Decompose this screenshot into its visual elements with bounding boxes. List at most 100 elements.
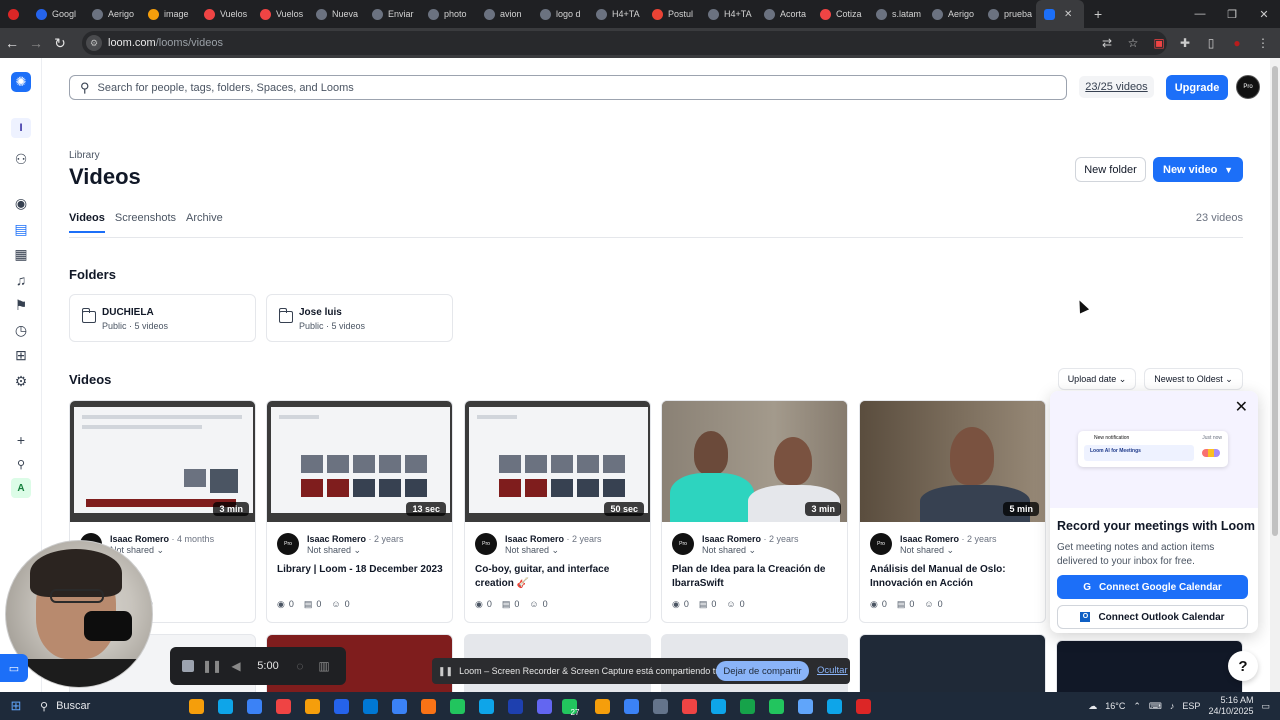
volume-icon[interactable]: ♪	[1170, 701, 1175, 711]
connect-outlook-calendar-button[interactable]: O Connect Outlook Calendar	[1057, 605, 1248, 629]
tray-chevron-icon[interactable]: ⌃	[1133, 701, 1141, 712]
reload-icon[interactable]: ↻	[48, 35, 72, 52]
video-title[interactable]: Análisis del Manual de Oslo: Innovación …	[870, 563, 1040, 591]
video-card[interactable]	[1056, 640, 1243, 694]
browser-tab[interactable]: Aerigo	[924, 0, 980, 28]
new-folder-button[interactable]: New folder	[1075, 157, 1146, 182]
back-icon[interactable]: ←	[0, 35, 24, 51]
taskbar-app-icon[interactable]	[327, 692, 356, 720]
sort-field-dropdown[interactable]: Upload date ⌄	[1058, 368, 1136, 390]
site-info-icon[interactable]: ⚙	[86, 35, 102, 51]
taskbar-app-icon[interactable]	[443, 692, 472, 720]
video-card[interactable]	[859, 634, 1046, 694]
draw-icon[interactable]: ◌	[288, 659, 312, 673]
taskbar-app-icon[interactable]	[675, 692, 704, 720]
trash-icon[interactable]: ▥	[312, 659, 336, 673]
browser-tab[interactable]: H4+TA	[700, 0, 756, 28]
history-icon[interactable]: ◷	[11, 320, 31, 340]
new-video-button[interactable]: New video ▼	[1153, 157, 1243, 182]
translate-icon[interactable]: ⇄	[1096, 36, 1118, 50]
video-title[interactable]: Library | Loom - 18 December 2023	[277, 563, 447, 577]
weather-temp[interactable]: 16°C	[1105, 701, 1125, 711]
folder-card[interactable]: DUCHIELA Public · 5 videos	[69, 294, 256, 342]
taskbar-app-icon[interactable]	[704, 692, 733, 720]
browser-tab[interactable]: H4+TA	[588, 0, 644, 28]
video-card[interactable]: 13 sec Pro Isaac Romero · 2 years Not sh…	[266, 400, 453, 623]
video-thumbnail[interactable]: 3 min	[662, 401, 847, 522]
browser-tab[interactable]	[0, 0, 28, 28]
profile-circle-icon[interactable]: ◉	[11, 193, 31, 213]
taskbar-app-icon[interactable]	[414, 692, 443, 720]
hide-link[interactable]: Ocultar	[817, 665, 848, 676]
stop-recording-icon[interactable]	[182, 660, 194, 672]
new-tab-icon[interactable]: +	[1094, 6, 1102, 22]
taskbar-app-icon[interactable]: 27	[559, 692, 588, 720]
browser-tab[interactable]: Googl	[28, 0, 84, 28]
taskbar-app-icon[interactable]	[298, 692, 327, 720]
taskbar-app-icon[interactable]	[385, 692, 414, 720]
stop-sharing-button[interactable]: Dejar de compartir	[716, 661, 809, 681]
calendar-icon[interactable]: ▦	[11, 244, 31, 264]
taskbar-app-icon[interactable]	[182, 692, 211, 720]
restart-icon[interactable]: ◀	[224, 659, 248, 673]
share-status-dropdown[interactable]: Not shared ⌄	[900, 545, 954, 556]
browser-tab[interactable]: Cotiza	[812, 0, 868, 28]
video-title[interactable]: Plan de Idea para la Creación de IbarraS…	[672, 563, 842, 591]
video-thumbnail[interactable]: 3 min	[70, 401, 255, 522]
taskbar-app-icon[interactable]	[762, 692, 791, 720]
page-scrollbar[interactable]	[1270, 58, 1280, 692]
taskbar-app-icon[interactable]	[588, 692, 617, 720]
library-icon[interactable]: ▤	[11, 219, 31, 239]
taskbar-app-icon[interactable]	[240, 692, 269, 720]
system-clock[interactable]: 5:16 AM 24/10/2025	[1208, 695, 1253, 717]
browser-tab-active[interactable]: ✕	[1036, 0, 1084, 28]
tab-screenshots[interactable]: Screenshots	[115, 212, 176, 233]
add-icon[interactable]: +	[11, 430, 31, 450]
owner-avatar[interactable]: Pro	[277, 533, 299, 555]
browser-tab[interactable]: Vuelos	[252, 0, 308, 28]
owner-avatar[interactable]: Pro	[475, 533, 497, 555]
browser-tab[interactable]: s.latam	[868, 0, 924, 28]
video-thumbnail[interactable]: 13 sec	[267, 401, 452, 522]
network-icon[interactable]: ⌨	[1149, 701, 1162, 712]
taskbar-app-icon[interactable]	[733, 692, 762, 720]
bookmark-star-icon[interactable]: ☆	[1122, 36, 1144, 50]
video-thumbnail[interactable]: 5 min	[860, 401, 1045, 522]
invite-user-icon[interactable]: ⚇	[11, 149, 31, 169]
minimize-icon[interactable]: —	[1184, 8, 1216, 20]
search-icon[interactable]: ⚲	[11, 454, 31, 474]
taskbar-app-icon[interactable]	[791, 692, 820, 720]
taskbar-app-icon[interactable]	[530, 692, 559, 720]
share-status-dropdown[interactable]: Not shared ⌄	[307, 545, 361, 556]
taskbar-app-icon[interactable]	[646, 692, 675, 720]
taskbar-app-icon[interactable]	[501, 692, 530, 720]
browser-tab[interactable]: Postul	[644, 0, 700, 28]
settings-gear-icon[interactable]: ⚙	[11, 371, 31, 391]
address-bar[interactable]: ⚙ loom.com/looms/videos	[82, 31, 1167, 55]
bell-icon[interactable]: ♫	[11, 270, 31, 290]
taskbar-search[interactable]: ⚲ Buscar	[32, 692, 182, 720]
close-window-icon[interactable]: ✕	[1248, 8, 1280, 21]
folder-card[interactable]: Jose luis Public · 5 videos	[266, 294, 453, 342]
weather-icon[interactable]: ☁	[1088, 701, 1097, 712]
windows-start-icon[interactable]: ⊞	[0, 698, 32, 714]
extension-icon[interactable]: ▣	[1148, 36, 1170, 50]
menu-icon[interactable]: ⋮	[1252, 36, 1274, 50]
owner-avatar[interactable]: Pro	[870, 533, 892, 555]
loom-logo-icon[interactable]: ✺	[11, 72, 31, 92]
tab-videos[interactable]: Videos	[69, 212, 105, 233]
taskbar-app-icon[interactable]	[356, 692, 385, 720]
close-tab-icon[interactable]: ✕	[1064, 9, 1072, 20]
keyboard-language[interactable]: ESP	[1182, 701, 1200, 711]
browser-tab[interactable]: Vuelos	[196, 0, 252, 28]
video-card[interactable]: 50 sec Pro Isaac Romero · 2 years Not sh…	[464, 400, 651, 623]
video-card[interactable]: 3 min Pro Isaac Romero · 2 years Not sha…	[661, 400, 848, 623]
browser-tab[interactable]: logo d	[532, 0, 588, 28]
close-icon[interactable]: ✕	[1235, 397, 1248, 417]
share-status-dropdown[interactable]: Not shared ⌄	[505, 545, 559, 556]
taskbar-app-icon[interactable]	[269, 692, 298, 720]
browser-tab[interactable]: avion	[476, 0, 532, 28]
notifications-icon[interactable]: ▭	[1261, 701, 1270, 712]
account-avatar[interactable]: Pro	[1236, 75, 1260, 99]
forward-icon[interactable]: →	[24, 35, 48, 51]
